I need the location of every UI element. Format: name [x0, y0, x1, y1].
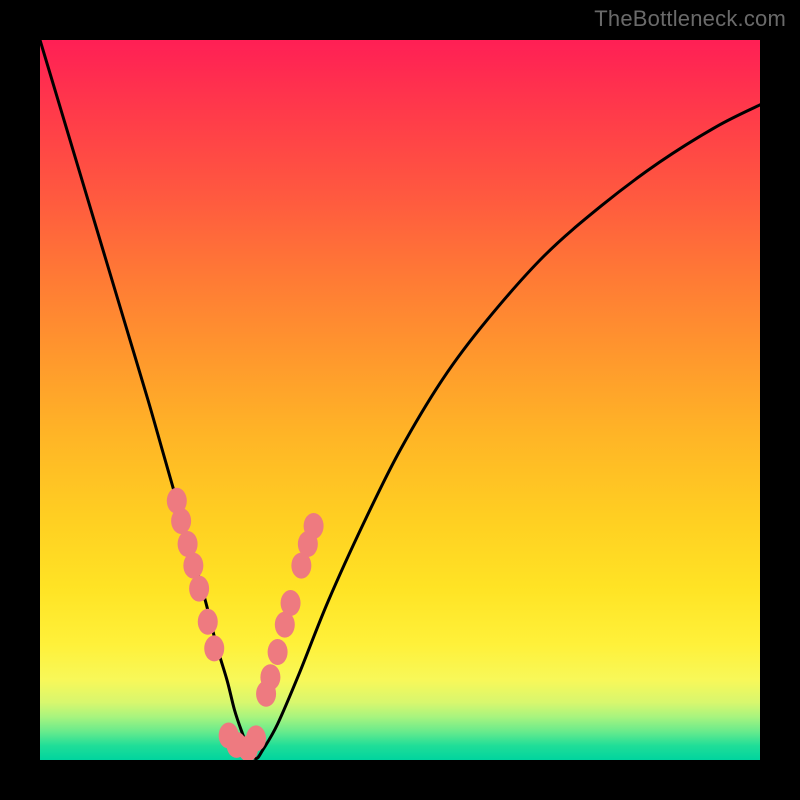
- marker-dot: [260, 664, 280, 690]
- marker-dot: [268, 639, 288, 665]
- marker-dot: [304, 513, 324, 539]
- marker-dot: [183, 553, 203, 579]
- marker-cluster-left: [167, 488, 224, 662]
- chart-svg: [40, 40, 760, 760]
- marker-dot: [246, 725, 266, 751]
- marker-dot: [204, 635, 224, 661]
- marker-dot: [171, 508, 191, 534]
- chart-frame: TheBottleneck.com: [0, 0, 800, 800]
- plot-area: [40, 40, 760, 760]
- marker-dot: [198, 609, 218, 635]
- marker-cluster-right: [256, 513, 324, 707]
- watermark-text: TheBottleneck.com: [594, 6, 786, 32]
- marker-dot: [189, 576, 209, 602]
- marker-dot: [281, 590, 301, 616]
- bottleneck-curve: [40, 40, 760, 759]
